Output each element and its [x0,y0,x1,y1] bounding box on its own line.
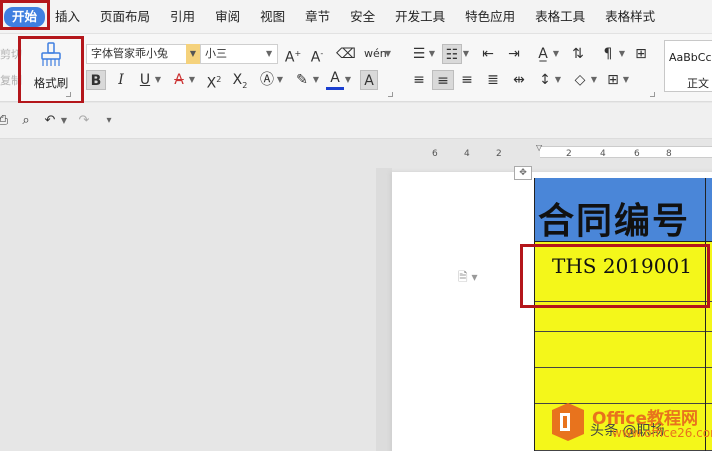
table-header-cell[interactable]: 合同编号 [534,178,712,242]
undo-dropdown-icon[interactable]: ▼ [60,111,68,131]
font-name-select[interactable]: 字体管家乖小兔 [86,44,200,64]
superscript-button[interactable]: X2 [204,70,224,94]
ruler-tick: 8 [666,149,672,159]
highlight-dropdown-icon[interactable]: ▼ [312,70,320,90]
highlight-box-contract-number [520,244,710,308]
tab-section[interactable]: 章节 [295,0,340,34]
line-spacing-icon[interactable]: ↕ [536,70,554,90]
indent-marker-icon[interactable]: ▽ [536,143,542,152]
office-logo-icon [552,403,584,441]
tab-table-style[interactable]: 表格样式 [595,0,665,34]
ruler-tick: 4 [464,149,470,159]
undo-icon[interactable]: ↶ [42,111,58,131]
table-move-handle-icon[interactable]: ✥ [514,166,532,180]
table-border-column [705,178,706,451]
numbering-dropdown-icon[interactable]: ▼ [462,44,470,64]
font-color-dropdown-icon[interactable]: ▼ [344,70,352,90]
highlight-box-start-tab [0,0,50,30]
justify-icon[interactable]: ≣ [484,70,502,90]
tab-page-layout[interactable]: 页面布局 [90,0,160,34]
document-menu-icon[interactable]: 🗎 ▾ [458,268,478,289]
ruler-tick: 6 [634,149,640,159]
phonetic-guide-icon[interactable]: wén [364,44,387,64]
line-spacing-dropdown-icon[interactable]: ▼ [554,70,562,90]
char-shading-icon[interactable]: A [360,70,378,90]
menu-bar: 开始 插入 页面布局 引用 审阅 视图 章节 安全 开发工具 特色应用 表格工具… [0,0,712,34]
customize-toolbar-icon[interactable]: ▾ [104,111,114,131]
grow-font-icon[interactable]: A+ [284,44,302,68]
table-border-left [534,178,535,451]
text-effect-dropdown-icon[interactable]: ▼ [276,70,284,90]
highlight-color-icon[interactable]: ✎ [292,70,312,90]
chinese-layout-icon[interactable]: A̲ [534,44,552,64]
distributed-icon[interactable]: ⇹ [510,70,528,90]
print-preview-icon[interactable]: ⌕ [18,111,34,131]
ruler-tick: 2 [566,149,572,159]
sort-icon[interactable]: ⇅ [568,44,588,64]
tab-table-tools[interactable]: 表格工具 [525,0,595,34]
shrink-font-icon[interactable]: A- [308,44,326,68]
style-gallery-normal[interactable]: AaBbCc 正文 [664,40,712,92]
tab-insert[interactable]: 插入 [45,0,90,34]
shading-icon[interactable]: ◇ [570,70,590,90]
watermark-url: www.office26.com [612,426,712,440]
underline-button[interactable]: U [136,70,154,90]
tab-special-apps[interactable]: 特色应用 [455,0,525,34]
tab-developer[interactable]: 开发工具 [385,0,455,34]
highlight-box-format-painter [18,36,84,104]
font-group-launcher[interactable] [388,92,393,97]
tab-review[interactable]: 审阅 [205,0,250,34]
font-color-icon[interactable]: A [326,70,344,90]
table-tools-icon[interactable]: ⊞ [632,44,650,64]
clear-format-icon[interactable]: ⌫ [336,44,356,64]
paragraph-group-launcher[interactable] [650,92,655,97]
borders-dropdown-icon[interactable]: ▼ [622,70,630,90]
shading-dropdown-icon[interactable]: ▼ [590,70,598,90]
bold-button[interactable]: B [86,70,106,90]
tab-security[interactable]: 安全 [340,0,385,34]
tab-view[interactable]: 视图 [250,0,295,34]
redo-icon[interactable]: ↷ [76,111,92,131]
show-marks-icon[interactable]: ¶ [598,44,618,64]
underline-dropdown-icon[interactable]: ▼ [154,70,162,90]
ribbon: 剪切 复制 格式刷 字体管家乖小兔 ▼ 小三 ▼ A+ A- ⌫ wén ▼ B… [0,34,712,102]
increase-indent-icon[interactable]: ⇥ [504,44,524,64]
chinese-layout-dropdown-icon[interactable]: ▼ [552,44,560,64]
bullets-icon[interactable]: ☰ [410,44,428,64]
style-name-label: 正文 [687,77,709,90]
bullets-dropdown-icon[interactable]: ▼ [428,44,436,64]
ruler-tick: 6 [432,149,438,159]
show-marks-dropdown-icon[interactable]: ▼ [618,44,626,64]
decrease-indent-icon[interactable]: ⇤ [478,44,498,64]
align-left-icon[interactable]: ≡ [410,70,428,90]
page-margin-shadow [376,168,392,451]
font-size-dropdown-arrow[interactable]: ▼ [266,44,272,64]
style-sample-text: AaBbCc [669,51,712,64]
subscript-button[interactable]: X2 [230,70,250,96]
strikethrough-button[interactable]: A [170,70,188,90]
borders-icon[interactable]: ⊞ [604,70,622,90]
align-right-icon[interactable]: ≡ [458,70,476,90]
font-name-dropdown-arrow[interactable]: ▼ [186,44,200,64]
horizontal-ruler[interactable]: 6 4 2 2 4 6 8 ▽ [396,141,712,163]
table-row[interactable] [534,332,712,368]
print-icon[interactable]: ⎙ [0,111,10,131]
table-row[interactable] [534,368,712,404]
numbering-icon[interactable]: ☷ [442,44,462,64]
ruler-tick: 2 [496,149,502,159]
tab-references[interactable]: 引用 [160,0,205,34]
italic-button[interactable]: I [112,70,130,90]
phonetic-dropdown-icon[interactable]: ▼ [384,44,392,64]
strikethrough-dropdown-icon[interactable]: ▼ [188,70,196,90]
text-effect-icon[interactable]: Ⓐ [258,70,276,90]
table-header-text: 合同编号 [538,201,691,242]
quick-access-toolbar: ⎙ ⌕ ↶ ▼ ↷ ▾ [0,103,712,139]
align-center-icon[interactable]: ≡ [432,70,454,90]
ruler-tick: 4 [600,149,606,159]
